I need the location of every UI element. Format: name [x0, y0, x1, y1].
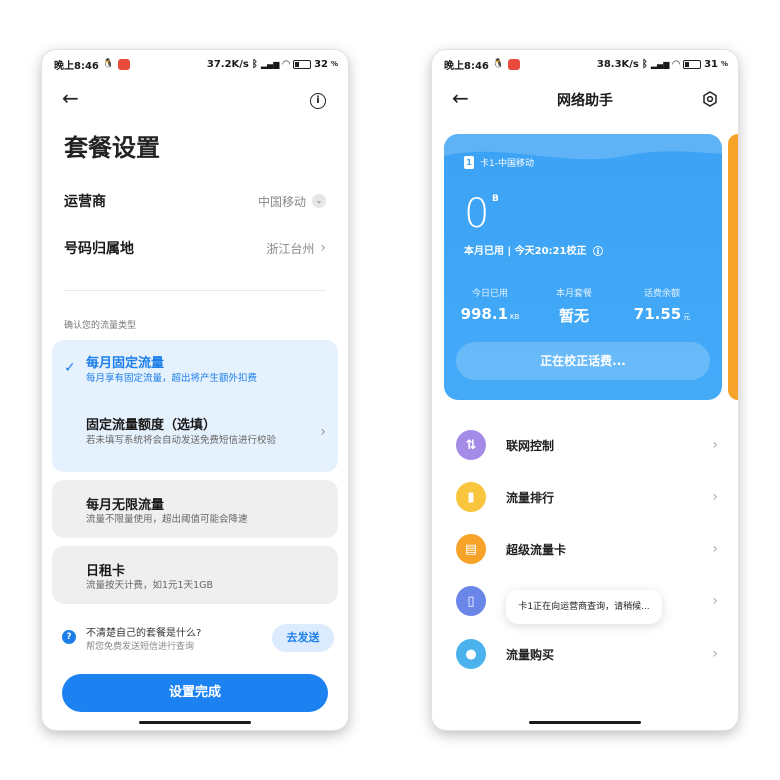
- stat-value: 998.1: [460, 305, 509, 323]
- notification-icon: [118, 58, 131, 70]
- plan-card-fixed[interactable]: ✓ 每月固定流量 每月享有固定流量，超出将产生额外扣费 固定流量额度（选填） 若…: [52, 340, 338, 472]
- battery-percent: 31: [704, 58, 718, 70]
- menu-item[interactable]: ▮ 流量排行 ›: [456, 480, 718, 514]
- battery-icon: [293, 59, 312, 69]
- qq-icon: 🐧: [492, 59, 505, 69]
- plan-card-daily[interactable]: 日租卡 流量按天计费，如1元1天1GB: [52, 546, 338, 604]
- battery-percent: 32: [314, 58, 328, 70]
- location-label: 号码归属地: [64, 241, 134, 257]
- fixed-quota-subtitle: 若未填写系统将会自动发送免费短信进行校验: [86, 435, 277, 446]
- stat-today: 今日已用 998.1 KB: [460, 286, 520, 323]
- help-question: 不清楚自己的套餐是什么?: [86, 628, 202, 639]
- help-row: ? 不清楚自己的套餐是什么? 帮您免费发送短信进行查询 去发送: [62, 622, 334, 656]
- stat-balance: 话费余额 71.55 元: [630, 286, 694, 323]
- plan-option-subtitle: 流量按天计费，如1元1天1GB: [86, 580, 214, 591]
- qq-icon: 🐧: [102, 59, 115, 69]
- calibration-text: 本月已用 | 今天20:21校正 i: [464, 242, 603, 257]
- network-speed: 37.2K/s: [206, 58, 249, 70]
- wifi-icon: ◠: [282, 58, 291, 70]
- plan-option-title: 每月无限流量: [86, 498, 165, 513]
- network-assistant-screen: 晚上8:46 🐧 38.3K/s ᛒ ▂▄▆ ◠ 31% ← 网络助手 1 卡1…: [432, 50, 738, 730]
- chevron-right-icon: ›: [712, 541, 718, 557]
- page-title: 套餐设置: [64, 134, 160, 162]
- help-subtitle: 帮您免费发送短信进行查询: [86, 642, 195, 652]
- plan-option-title: 日租卡: [86, 564, 126, 579]
- status-time: 晚上8:46: [54, 60, 99, 72]
- menu-item[interactable]: ⇅ 联网控制 ›: [456, 428, 718, 462]
- network-speed: 38.3K/s: [596, 58, 639, 70]
- home-indicator[interactable]: [139, 721, 251, 724]
- tablet-icon: ▯: [456, 586, 486, 616]
- page-title: 网络助手: [557, 93, 613, 109]
- send-sms-button[interactable]: 去发送: [272, 624, 334, 652]
- stat-label: 今日已用: [471, 289, 508, 299]
- menu-item-label: 流量排行: [506, 490, 555, 505]
- question-icon: ?: [62, 630, 76, 644]
- calibrate-button[interactable]: 正在校正话费...: [456, 342, 710, 380]
- network-control-icon: ⇅: [456, 430, 486, 460]
- stat-value: 71.55: [633, 305, 682, 323]
- location-value: 浙江台州: [266, 241, 315, 256]
- chevron-right-icon: ›: [712, 437, 718, 453]
- stat-unit: KB: [510, 313, 520, 321]
- fixed-quota-row[interactable]: 固定流量额度（选填） 若未填写系统将会自动发送免费短信进行校验 ›: [52, 404, 338, 472]
- chevron-down-icon[interactable]: ⌄: [312, 194, 326, 208]
- menu-item-label: 流量购买: [506, 647, 555, 662]
- drop-icon: ●: [456, 639, 486, 669]
- usage-value: 0: [464, 191, 490, 237]
- plan-settings-screen: 晚上8:46 🐧 37.2K/s ᛒ ▂▄▆ ◠ 32% ← i 套餐设置 运营…: [42, 50, 348, 730]
- location-row[interactable]: 号码归属地 浙江台州 ›: [64, 233, 326, 263]
- ranking-icon: ▮: [456, 482, 486, 512]
- check-icon: ✓: [64, 360, 76, 376]
- signal-icon: ▂▄▆: [260, 59, 280, 69]
- next-card-peek[interactable]: [728, 134, 738, 400]
- divider: [64, 290, 326, 291]
- sim-label: 卡1-中国移动: [480, 159, 534, 169]
- back-arrow-icon[interactable]: ←: [62, 86, 79, 110]
- status-time: 晚上8:46: [444, 60, 489, 72]
- plan-option-subtitle: 流量不限量使用，超出阈值可能会降速: [86, 514, 248, 525]
- wifi-icon: ◠: [672, 58, 681, 70]
- toast-message: 卡1正在向运营商查询，请稍候...: [506, 590, 662, 624]
- plan-option-subtitle: 每月享有固定流量，超出将产生额外扣费: [86, 373, 258, 384]
- info-icon[interactable]: i: [592, 246, 603, 256]
- plan-card-unlimited[interactable]: 每月无限流量 流量不限量使用，超出阈值可能会降速: [52, 480, 338, 538]
- menu-item[interactable]: ▤ 超级流量卡 ›: [456, 532, 718, 566]
- stat-label: 话费余额: [643, 289, 680, 299]
- usage-unit: B: [492, 194, 499, 204]
- carrier-value: 中国移动: [257, 194, 306, 209]
- sim-card-icon: 1: [464, 156, 474, 169]
- stat-label: 本月套餐: [555, 289, 592, 299]
- bluetooth-icon: ᛒ: [641, 58, 648, 70]
- fixed-quota-title: 固定流量额度（选填）: [86, 418, 217, 433]
- chevron-right-icon: ›: [320, 424, 326, 440]
- sim-card-icon: ▤: [456, 534, 486, 564]
- menu-item-label: 超级流量卡: [506, 542, 567, 557]
- stat-value: 暂无: [558, 307, 589, 325]
- battery-icon: [683, 59, 702, 69]
- stat-unit: 元: [683, 313, 691, 321]
- home-indicator[interactable]: [529, 721, 641, 724]
- calibration-label: 本月已用 | 今天20:21校正: [464, 246, 587, 257]
- carrier-label: 运营商: [64, 194, 106, 210]
- section-hint: 确认您的流量类型: [64, 321, 137, 331]
- chevron-right-icon: ›: [712, 489, 718, 505]
- info-icon[interactable]: i: [310, 93, 326, 109]
- stat-plan: 本月套餐 暂无: [544, 286, 604, 326]
- bluetooth-icon: ᛒ: [251, 58, 258, 70]
- carrier-row[interactable]: 运营商 中国移动 ⌄: [64, 186, 326, 216]
- data-usage-card[interactable]: 1 卡1-中国移动 0 B 本月已用 | 今天20:21校正 i 今日已用 99…: [444, 134, 722, 400]
- chevron-right-icon: ›: [320, 240, 326, 256]
- menu-item[interactable]: ● 流量购买 ›: [456, 637, 718, 671]
- done-button[interactable]: 设置完成: [62, 674, 328, 712]
- menu-item-label: 联网控制: [506, 438, 555, 453]
- gear-icon[interactable]: [702, 91, 718, 107]
- chevron-right-icon: ›: [712, 593, 718, 609]
- plan-option-title: 每月固定流量: [86, 356, 165, 371]
- signal-icon: ▂▄▆: [650, 59, 670, 69]
- status-bar: 晚上8:46 🐧 37.2K/s ᛒ ▂▄▆ ◠ 32%: [54, 58, 338, 72]
- status-bar: 晚上8:46 🐧 38.3K/s ᛒ ▂▄▆ ◠ 31%: [444, 58, 728, 72]
- notification-icon: [508, 58, 521, 70]
- chevron-right-icon: ›: [712, 646, 718, 662]
